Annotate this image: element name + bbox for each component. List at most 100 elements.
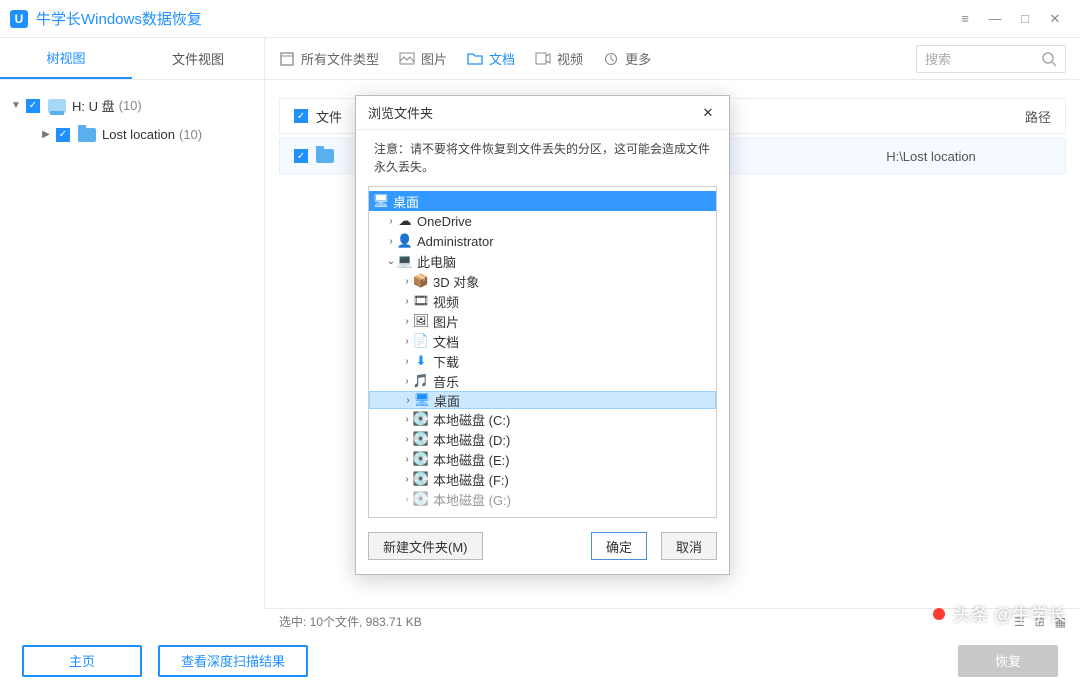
- row-path: H:\Lost location: [811, 149, 1051, 164]
- document-folder-icon: 📄: [413, 334, 429, 348]
- drive-count: (10): [119, 98, 142, 113]
- disk-icon: 💽: [413, 452, 429, 466]
- usb-drive-icon: [48, 99, 66, 113]
- tree-item-documents[interactable]: ›📄文档: [369, 331, 716, 351]
- folder-icon: [467, 52, 483, 66]
- picture-folder-icon: 🖼: [413, 314, 429, 328]
- dialog-note: 注意：请不要将文件恢复到文件丢失的分区，这可能会造成文件永久丢失。: [356, 130, 729, 186]
- tree-item-disk-d[interactable]: ›💽本地磁盘 (D:): [369, 429, 716, 449]
- tree-item-administrator[interactable]: ›👤Administrator: [369, 231, 716, 251]
- tree-row-drive[interactable]: ▼ ✓ H: U 盘 (10): [0, 90, 264, 121]
- app-title: 牛学长Windows数据恢复: [36, 8, 950, 29]
- video-folder-icon: 🎞: [413, 294, 429, 308]
- tree-item-videos[interactable]: ›🎞视频: [369, 291, 716, 311]
- dialog-folder-tree[interactable]: 🖥桌面 ›☁OneDrive ›👤Administrator ⌄💻此电脑 ›📦3…: [368, 186, 717, 518]
- status-text: 选中: 10个文件, 983.71 KB: [279, 613, 422, 630]
- close-button[interactable]: ✕: [1040, 9, 1070, 29]
- drive-label: H: U 盘: [72, 96, 115, 115]
- tree-row-lost-location[interactable]: ▶ ✓ Lost location (10): [0, 121, 264, 148]
- tree-item-disk-e[interactable]: ›💽本地磁盘 (E:): [369, 449, 716, 469]
- col-path[interactable]: 路径: [811, 107, 1051, 126]
- refresh-icon: [603, 52, 619, 66]
- deep-scan-button[interactable]: 查看深度扫描结果: [158, 645, 308, 677]
- chevron-down-icon[interactable]: ⌄: [385, 256, 397, 267]
- desktop-icon: 🖥: [373, 194, 389, 208]
- watermark: 头条 @牛学长: [933, 601, 1066, 627]
- tree-item-disk-c[interactable]: ›💽本地磁盘 (C:): [369, 409, 716, 429]
- tree-item-downloads[interactable]: ›⬇下载: [369, 351, 716, 371]
- chevron-down-icon[interactable]: ▼: [10, 100, 22, 111]
- disk-icon: 💽: [413, 412, 429, 426]
- tree-item-disk-f[interactable]: ›💽本地磁盘 (F:): [369, 469, 716, 489]
- checkbox-lost-location[interactable]: ✓: [56, 128, 70, 142]
- tree-item-3dobjects[interactable]: ›📦3D 对象: [369, 271, 716, 291]
- disk-icon: 💽: [413, 432, 429, 446]
- home-button[interactable]: 主页: [22, 645, 142, 677]
- tree-item-pictures[interactable]: ›🖼图片: [369, 311, 716, 331]
- folder-tree: ▼ ✓ H: U 盘 (10) ▶ ✓ Lost location (10): [0, 80, 264, 158]
- search-placeholder: 搜索: [925, 49, 1041, 68]
- tree-item-desktop[interactable]: ›🖥桌面: [369, 391, 716, 409]
- maximize-button[interactable]: □: [1010, 9, 1040, 29]
- computer-icon: 💻: [397, 254, 413, 268]
- checkbox-header[interactable]: ✓: [294, 109, 308, 123]
- filter-video-label: 视频: [557, 49, 583, 68]
- checkbox-drive[interactable]: ✓: [26, 99, 40, 113]
- filter-image[interactable]: 图片: [399, 49, 447, 68]
- filter-bar: 所有文件类型 图片 文档 视频 更多 搜索: [265, 38, 1080, 80]
- tree-item-desktop-root[interactable]: 🖥桌面: [369, 191, 716, 211]
- file-icon: [279, 52, 295, 66]
- filter-all[interactable]: 所有文件类型: [279, 49, 379, 68]
- disk-icon: 💽: [413, 492, 429, 506]
- search-input[interactable]: 搜索: [916, 45, 1066, 73]
- new-folder-button[interactable]: 新建文件夹(M): [368, 532, 483, 560]
- disk-icon: 💽: [413, 472, 429, 486]
- left-tabs: 树视图 文件视图: [0, 38, 264, 80]
- footer: 主页 查看深度扫描结果 恢复: [0, 634, 1080, 687]
- tree-item-onedrive[interactable]: ›☁OneDrive: [369, 211, 716, 231]
- titlebar: U 牛学长Windows数据恢复 ≡ — □ ✕: [0, 0, 1080, 38]
- video-icon: [535, 52, 551, 66]
- filter-more[interactable]: 更多: [603, 49, 651, 68]
- browse-folder-dialog: 浏览文件夹 ✕ 注意：请不要将文件恢复到文件丢失的分区，这可能会造成文件永久丢失…: [355, 95, 730, 575]
- menu-icon[interactable]: ≡: [950, 9, 980, 29]
- watermark-text: 头条 @牛学长: [953, 601, 1066, 627]
- dialog-close-button[interactable]: ✕: [699, 105, 717, 121]
- tree-item-disk-g[interactable]: ›💽本地磁盘 (G:): [369, 489, 716, 509]
- tab-file-view[interactable]: 文件视图: [132, 38, 264, 79]
- tab-tree-view[interactable]: 树视图: [0, 38, 132, 79]
- chevron-right-icon[interactable]: ›: [385, 236, 397, 247]
- folder-icon: [316, 149, 334, 163]
- filter-video[interactable]: 视频: [535, 49, 583, 68]
- folder-icon: [78, 128, 96, 142]
- app-logo-icon: U: [10, 10, 28, 28]
- left-panel: 树视图 文件视图 ▼ ✓ H: U 盘 (10) ▶ ✓ Lost locati…: [0, 38, 265, 608]
- cube-icon: 📦: [413, 274, 429, 288]
- music-icon: 🎵: [413, 374, 429, 388]
- search-icon: [1041, 51, 1057, 67]
- minimize-button[interactable]: —: [980, 9, 1010, 29]
- filter-all-label: 所有文件类型: [301, 49, 379, 68]
- dialog-titlebar: 浏览文件夹 ✕: [356, 96, 729, 130]
- cancel-button[interactable]: 取消: [661, 532, 717, 560]
- download-icon: ⬇: [413, 354, 429, 368]
- filter-document[interactable]: 文档: [467, 49, 515, 68]
- chevron-right-icon[interactable]: ›: [385, 216, 397, 227]
- watermark-dot-icon: [933, 608, 945, 620]
- checkbox-row[interactable]: ✓: [294, 149, 308, 163]
- image-icon: [399, 52, 415, 66]
- tree-item-this-pc[interactable]: ⌄💻此电脑: [369, 251, 716, 271]
- desktop-folder-icon: 🖥: [414, 393, 430, 407]
- user-icon: 👤: [397, 234, 413, 248]
- lost-location-count: (10): [179, 127, 202, 142]
- ok-button[interactable]: 确定: [591, 532, 647, 560]
- dialog-title: 浏览文件夹: [368, 103, 433, 122]
- recover-button[interactable]: 恢复: [958, 645, 1058, 677]
- chevron-right-icon[interactable]: ▶: [40, 129, 52, 140]
- lost-location-label: Lost location: [102, 127, 175, 142]
- filter-image-label: 图片: [421, 49, 447, 68]
- filter-doc-label: 文档: [489, 49, 515, 68]
- dialog-buttons: 新建文件夹(M) 确定 取消: [356, 518, 729, 574]
- cloud-icon: ☁: [397, 214, 413, 228]
- tree-item-music[interactable]: ›🎵音乐: [369, 371, 716, 391]
